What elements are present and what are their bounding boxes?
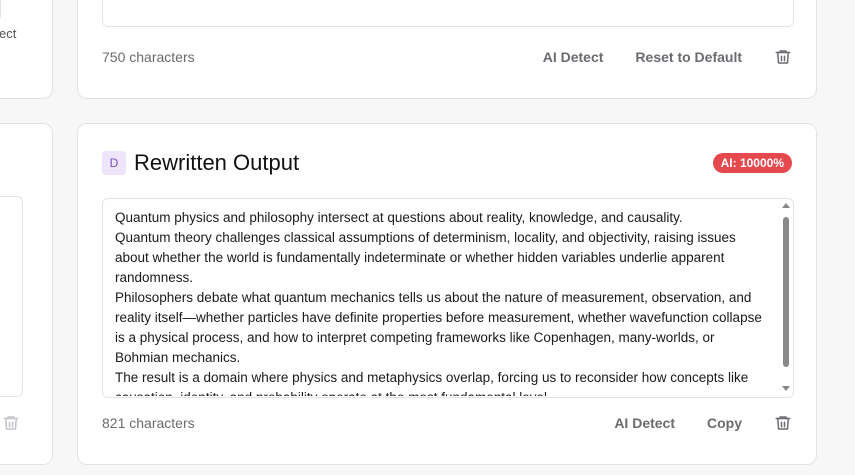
scroll-thumb[interactable] [783, 217, 789, 367]
trash-icon[interactable] [2, 414, 20, 432]
output-header: D Rewritten Output AI: 10000% [102, 149, 792, 177]
char-count: 750 characters [102, 49, 195, 65]
avatar: D [102, 151, 126, 175]
copy-button[interactable]: Copy [707, 415, 742, 431]
left-card-top: ect [0, 0, 53, 99]
input-textbox[interactable] [102, 0, 794, 27]
ai-detect-button[interactable]: AI Detect [543, 49, 604, 65]
output-actions: AI Detect Copy [614, 414, 792, 432]
ai-detect-button[interactable]: AI Detect [614, 415, 675, 431]
char-count: 821 characters [102, 415, 195, 431]
left-action-partial[interactable]: ect [0, 26, 16, 41]
card-title: Rewritten Output [134, 150, 300, 175]
trash-icon[interactable] [774, 48, 792, 66]
left-textbox-bottom[interactable] [0, 196, 23, 397]
chevron-down-icon[interactable] [782, 386, 790, 391]
chevron-up-icon[interactable] [782, 203, 790, 208]
left-card-bottom [0, 123, 53, 465]
output-textarea[interactable]: Quantum physics and philosophy intersect… [102, 198, 794, 398]
scrollbar[interactable] [781, 201, 791, 393]
output-text: Quantum physics and philosophy intersect… [115, 210, 762, 396]
reset-to-default-button[interactable]: Reset to Default [635, 49, 742, 65]
left-textbox-top[interactable] [0, 0, 1, 22]
input-card-footer: 750 characters AI Detect Reset to Defaul… [102, 45, 792, 69]
trash-icon[interactable] [774, 414, 792, 432]
output-card: D Rewritten Output AI: 10000% Quantum ph… [77, 123, 817, 465]
input-actions: AI Detect Reset to Default [543, 48, 792, 66]
output-card-footer: 821 characters AI Detect Copy [102, 411, 792, 435]
input-card: 750 characters AI Detect Reset to Defaul… [77, 0, 817, 99]
ai-score-badge: AI: 10000% [712, 153, 792, 173]
